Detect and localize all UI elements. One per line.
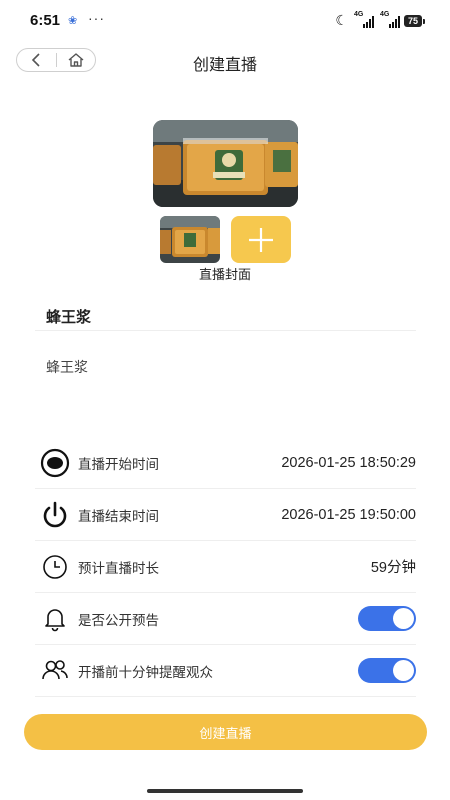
record-icon bbox=[40, 448, 70, 478]
end-time-row[interactable]: 直播结束时间 2026-01-25 19:50:00 bbox=[35, 489, 416, 541]
remind-audience-row: 开播前十分钟提醒观众 bbox=[35, 645, 416, 697]
bell-icon bbox=[40, 604, 70, 634]
status-time: 6:51 bbox=[30, 12, 61, 29]
live-description-textarea[interactable]: 蜂王浆 bbox=[46, 357, 416, 417]
network-type-label: 4G bbox=[353, 10, 364, 18]
create-live-button[interactable]: 创建直播 bbox=[24, 714, 427, 750]
duration-row: 预计直播时长 59分钟 bbox=[35, 541, 416, 593]
cover-thumbnail[interactable] bbox=[160, 216, 220, 263]
power-icon bbox=[40, 500, 70, 530]
duration-value: 59分钟 bbox=[370, 560, 416, 576]
toggle-knob bbox=[393, 660, 414, 681]
divider bbox=[35, 330, 416, 331]
signal-icon: 4G bbox=[352, 10, 374, 28]
public-preview-row: 是否公开预告 bbox=[35, 593, 416, 645]
start-time-row[interactable]: 直播开始时间 2026-01-25 18:50:29 bbox=[35, 437, 416, 489]
live-title-input[interactable]: 蜂王浆 bbox=[46, 306, 416, 327]
duration-label: 预计直播时长 bbox=[78, 560, 159, 576]
remind-audience-label: 开播前十分钟提醒观众 bbox=[78, 664, 213, 680]
status-bar: 6:51 ❀ ··· ☾ 4G 4G 75 bbox=[0, 0, 450, 40]
public-preview-toggle[interactable] bbox=[358, 606, 416, 631]
end-time-label: 直播结束时间 bbox=[78, 508, 159, 524]
start-time-label: 直播开始时间 bbox=[78, 456, 159, 472]
more-notifications-icon: ··· bbox=[88, 10, 105, 26]
network-type-label-2: 4G bbox=[379, 10, 390, 18]
end-time-value[interactable]: 2026-01-25 19:50:00 bbox=[281, 507, 416, 523]
cover-preview-image[interactable] bbox=[153, 120, 298, 207]
plus-icon bbox=[249, 227, 273, 252]
users-icon bbox=[40, 656, 70, 686]
toggle-knob bbox=[393, 608, 414, 629]
clock-icon bbox=[40, 552, 70, 582]
status-indicators: ☾ 4G 4G 75 bbox=[335, 10, 426, 29]
home-indicator[interactable] bbox=[147, 789, 303, 793]
page-title: 创建直播 bbox=[192, 57, 257, 74]
battery-icon: 75 bbox=[403, 14, 426, 27]
notification-icon: ❀ bbox=[68, 15, 78, 27]
public-preview-label: 是否公开预告 bbox=[78, 612, 159, 628]
do-not-disturb-icon: ☾ bbox=[335, 12, 348, 28]
start-time-value[interactable]: 2026-01-25 18:50:29 bbox=[281, 455, 416, 471]
signal-icon-2: 4G bbox=[378, 10, 400, 28]
remind-audience-toggle[interactable] bbox=[358, 658, 416, 683]
cover-label: 直播封面 bbox=[198, 267, 251, 282]
add-cover-button[interactable] bbox=[231, 216, 291, 263]
